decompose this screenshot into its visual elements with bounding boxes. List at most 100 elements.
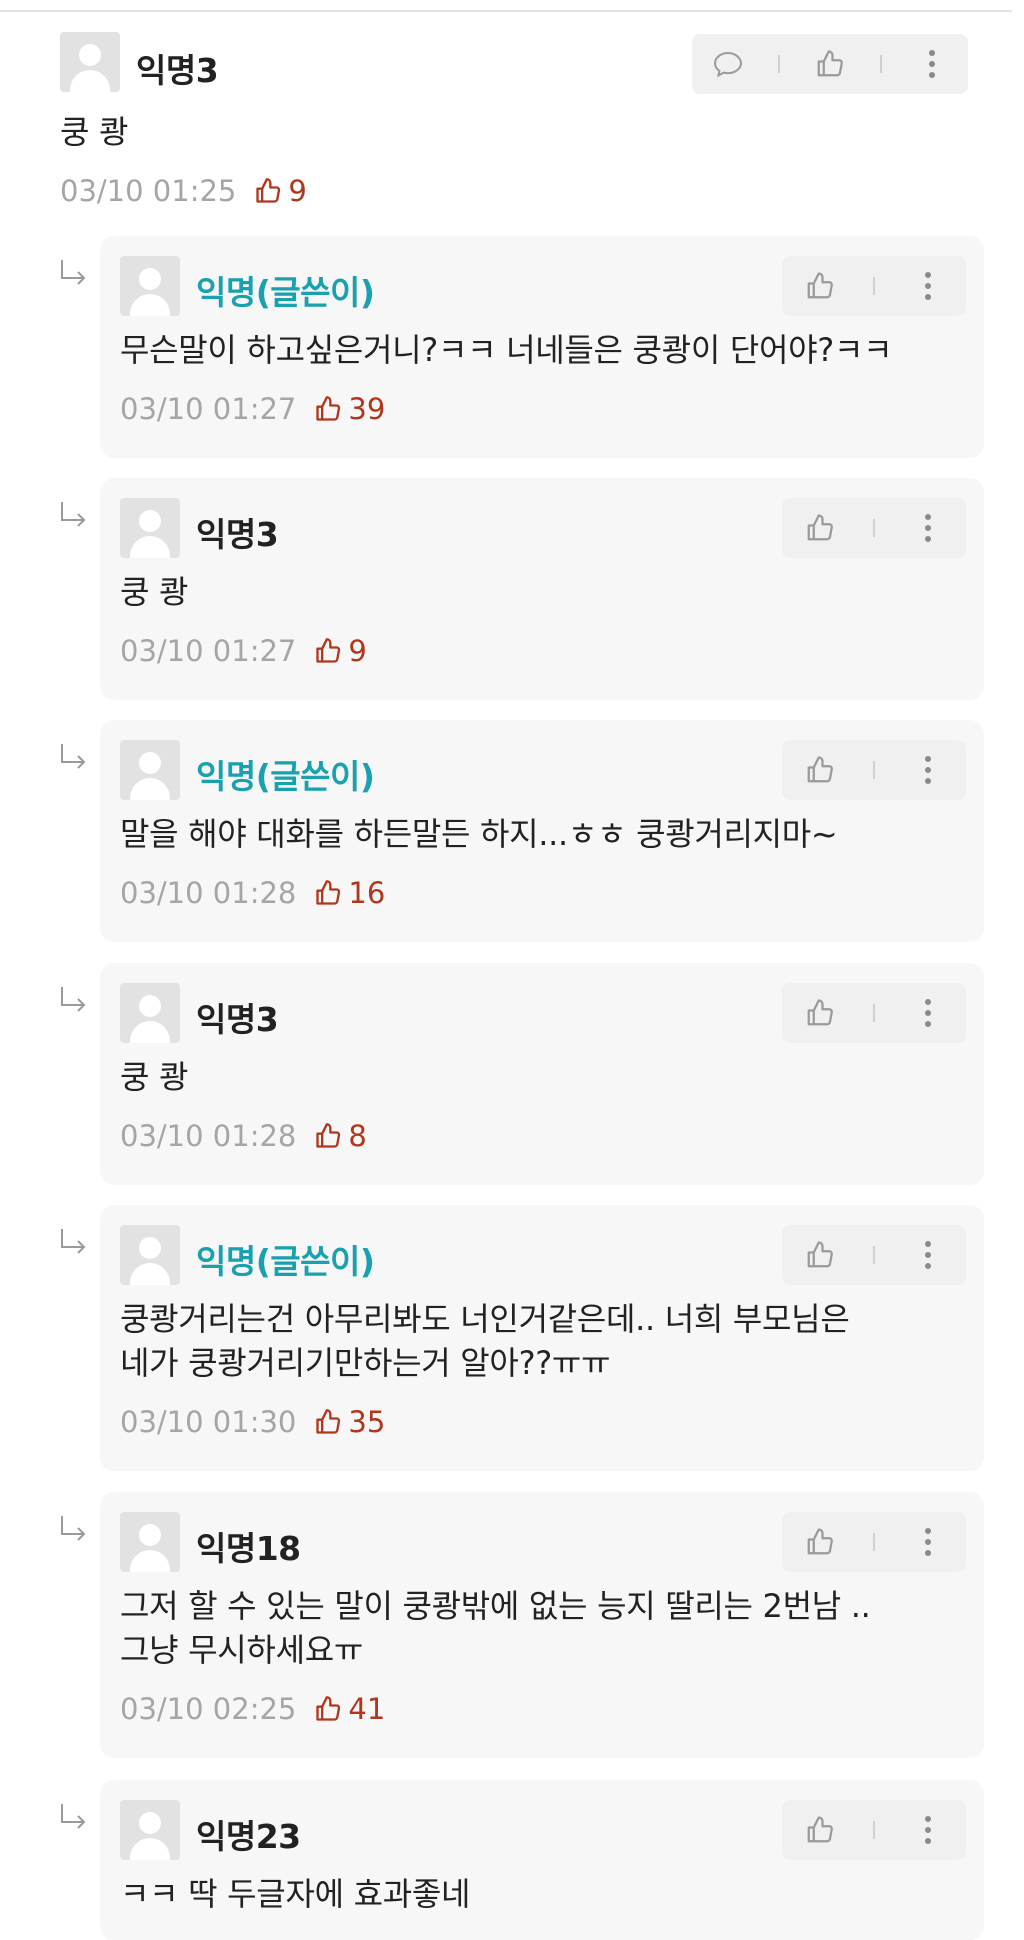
like-button[interactable]: [798, 264, 842, 308]
comment-meta: 03/10 01:25 9: [60, 174, 307, 208]
like-button[interactable]: [798, 1520, 842, 1564]
reply-arrow-icon: [61, 744, 86, 769]
reply-arrow-icon: [61, 1229, 86, 1254]
like-button[interactable]: [808, 42, 852, 86]
like-button[interactable]: [798, 506, 842, 550]
thumbs-up-icon: [807, 999, 833, 1026]
separator: [872, 519, 875, 537]
reply-text-line: 네가 쿵쾅거리기만하는거 알아??ㅠㅠ: [120, 1344, 611, 1382]
reply-arrow-icon: [61, 260, 86, 285]
avatar: [120, 1512, 180, 1572]
avatar: [120, 983, 180, 1043]
reply-meta: 03/10 01:28 8: [120, 1119, 367, 1153]
reply-author: 익명23: [196, 1817, 301, 1856]
vertical-ellipsis-icon: [925, 1816, 932, 1844]
thumbs-up-icon: [807, 756, 833, 783]
separator: [872, 1821, 875, 1839]
more-button[interactable]: [910, 42, 954, 86]
vertical-ellipsis-icon: [925, 514, 932, 542]
reply-arrow-icon: [61, 987, 86, 1012]
reply-arrow-icon: [61, 1804, 86, 1829]
reply-meta: 03/10 01:30 35: [120, 1405, 385, 1439]
thumbs-up-icon: [256, 178, 281, 203]
separator: [872, 1533, 875, 1551]
avatar: [120, 498, 180, 558]
reply-author: 익명(글쓴이): [196, 1242, 375, 1281]
reply-text-line: 그냥 무시하세요ㅠ: [120, 1631, 363, 1669]
like-count: 35: [314, 1405, 385, 1439]
reply-time: 03/10 01:28: [120, 1119, 297, 1153]
top-divider: [0, 10, 1012, 12]
comment-action-bar: [692, 34, 968, 94]
reply-meta: 03/10 01:27 9: [120, 634, 367, 668]
reply-action-bar: [782, 740, 966, 800]
thumbs-up-icon: [316, 1409, 341, 1434]
reply-time: 03/10 01:27: [120, 634, 297, 668]
reply-action-bar: [782, 498, 966, 558]
more-button[interactable]: [906, 1808, 950, 1852]
reply-author: 익명18: [196, 1529, 301, 1568]
reply-text-line: 말을 해야 대화를 하든말든 하지...ㅎㅎ 쿵쾅거리지마~: [120, 815, 838, 853]
more-button[interactable]: [906, 264, 950, 308]
vertical-ellipsis-icon: [925, 756, 932, 784]
comment-text: 쿵 쾅: [60, 113, 129, 151]
reply-author: 익명(글쓴이): [196, 757, 375, 796]
more-button[interactable]: [906, 506, 950, 550]
reply-author: 익명3: [196, 515, 279, 554]
reply-action-bar: [782, 1225, 966, 1285]
like-button[interactable]: [798, 1233, 842, 1277]
reply-action-bar: [782, 983, 966, 1043]
thumbs-up-icon: [807, 514, 833, 541]
like-button[interactable]: [798, 748, 842, 792]
reply-text-line: 쿵 쾅: [120, 1058, 189, 1096]
more-button[interactable]: [906, 1233, 950, 1277]
reply-action-bar: [782, 1512, 966, 1572]
avatar: [120, 256, 180, 316]
more-button[interactable]: [906, 991, 950, 1035]
reply-action-bar: [782, 1800, 966, 1860]
speech-bubble-icon: [713, 51, 743, 78]
reply-author: 익명(글쓴이): [196, 273, 375, 312]
comment-time: 03/10 01:25: [60, 174, 237, 208]
thumbs-up-icon: [316, 1123, 341, 1148]
reply-time: 03/10 01:27: [120, 392, 297, 426]
vertical-ellipsis-icon: [929, 50, 935, 78]
reply-text-line: 쿵쾅거리는건 아무리봐도 너인거같은데.. 너희 부모님은: [120, 1300, 850, 1338]
thumbs-up-icon: [316, 638, 341, 663]
thumbs-up-icon: [807, 1241, 833, 1268]
like-button[interactable]: [798, 1808, 842, 1852]
thumbs-up-icon: [316, 880, 341, 905]
reply-meta: 03/10 01:27 39: [120, 392, 385, 426]
vertical-ellipsis-icon: [925, 1528, 932, 1556]
more-button[interactable]: [906, 1520, 950, 1564]
reply-text-line: 쿵 쾅: [120, 573, 189, 611]
like-count: 41: [314, 1692, 385, 1726]
reply-arrow-icon: [61, 502, 86, 527]
thumbs-up-icon: [807, 272, 833, 299]
like-button[interactable]: [798, 991, 842, 1035]
reply-text-line: ㅋㅋ 딱 두글자에 효과좋네: [120, 1875, 471, 1913]
reply-meta: 03/10 01:28 16: [120, 876, 385, 910]
reply-author: 익명3: [196, 1000, 279, 1039]
vertical-ellipsis-icon: [925, 999, 932, 1027]
avatar: [120, 740, 180, 800]
separator: [778, 55, 780, 73]
avatar: [60, 32, 120, 92]
separator: [872, 1246, 875, 1264]
vertical-ellipsis-icon: [925, 272, 932, 300]
more-button[interactable]: [906, 748, 950, 792]
vertical-ellipsis-icon: [925, 1241, 932, 1269]
reply-meta: 03/10 02:25 41: [120, 1692, 385, 1726]
thumbs-up-icon: [316, 396, 341, 421]
reply-button[interactable]: [706, 42, 750, 86]
reply-text-line: 그저 할 수 있는 말이 쿵쾅밖에 없는 능지 딸리는 2번남 ..: [120, 1587, 871, 1625]
reply-text-line: 무슨말이 하고싶은거니?ㅋㅋ 너네들은 쿵쾅이 단어야?ㅋㅋ: [120, 331, 893, 369]
like-count: 8: [314, 1119, 367, 1153]
thumbs-up-icon: [316, 1696, 341, 1721]
reply-time: 03/10 02:25: [120, 1692, 297, 1726]
comment-author: 익명3: [136, 51, 219, 90]
thumbs-up-icon: [807, 1816, 833, 1843]
separator: [872, 1004, 875, 1022]
avatar: [120, 1800, 180, 1860]
reply-time: 03/10 01:30: [120, 1405, 297, 1439]
